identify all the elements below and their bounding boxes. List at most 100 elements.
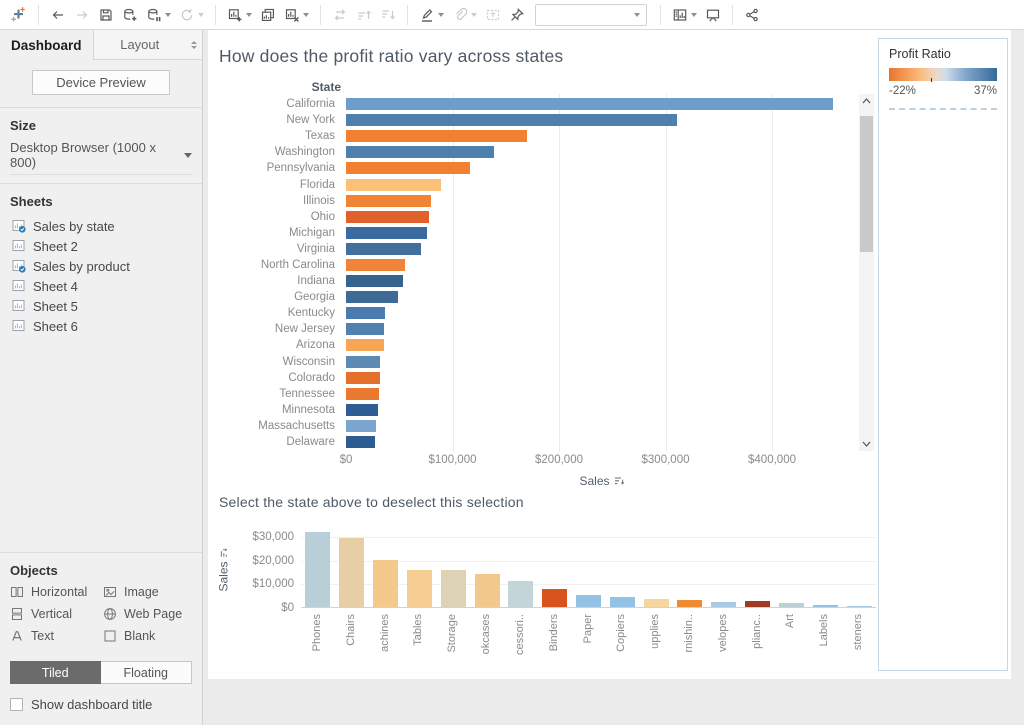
save-button[interactable] (94, 2, 118, 28)
product-bar-chairs[interactable] (339, 538, 364, 607)
sidebar-pane-toggle-icon[interactable] (186, 30, 202, 60)
sheet-item-sheet-2[interactable]: Sheet 2 (10, 236, 192, 256)
state-bar-ohio[interactable] (346, 211, 429, 223)
product-bar-appliances[interactable] (745, 601, 770, 607)
sheet-item-sheet-5[interactable]: Sheet 5 (10, 296, 192, 316)
object-horizontal[interactable]: Horizontal (10, 585, 99, 599)
sheet-item-sheet-4[interactable]: Sheet 4 (10, 276, 192, 296)
state-bar-wisconsin[interactable] (346, 356, 380, 368)
chevron-down-icon[interactable] (165, 13, 171, 17)
state-row: Illinois (208, 193, 857, 209)
vertical-scrollbar[interactable] (859, 94, 874, 451)
state-bar-delaware[interactable] (346, 436, 375, 448)
tab-dashboard[interactable]: Dashboard (0, 30, 93, 60)
tableau-logo[interactable] (6, 2, 31, 28)
fit-selector[interactable] (535, 4, 647, 26)
highlight-button[interactable] (415, 2, 448, 28)
device-preview-button[interactable]: Device Preview (32, 70, 170, 95)
product-bar-furnishings[interactable] (677, 600, 702, 607)
state-row: Minnesota (208, 402, 857, 418)
product-bar-machines[interactable] (373, 560, 398, 607)
state-bar-illinois[interactable] (346, 195, 431, 207)
state-bar-virginia[interactable] (346, 243, 421, 255)
chevron-down-icon[interactable] (246, 13, 252, 17)
product-bar-tables[interactable] (407, 570, 432, 607)
product-bar-paper[interactable] (576, 595, 601, 607)
product-bar-bookcases[interactable] (475, 574, 500, 607)
object-web-page[interactable]: Web Page (103, 607, 192, 621)
state-row: New Jersey (208, 321, 857, 337)
new-worksheet-button[interactable] (223, 2, 256, 28)
sheet-item-sheet-6[interactable]: Sheet 6 (10, 316, 192, 336)
share-icon (744, 7, 760, 23)
chevron-down-icon[interactable] (303, 13, 309, 17)
state-bar-indiana[interactable] (346, 275, 403, 287)
state-bar-arizona[interactable] (346, 339, 384, 351)
product-bar-labels[interactable] (813, 605, 838, 607)
object-vertical[interactable]: Vertical (10, 607, 99, 621)
show-cards-button[interactable] (668, 2, 701, 28)
object-label: Image (124, 585, 159, 599)
profit-ratio-legend[interactable]: Profit Ratio -22% 37% (878, 38, 1008, 671)
chevron-down-icon[interactable] (438, 13, 444, 17)
tiled-button[interactable]: Tiled (10, 661, 101, 684)
presentation-mode-button[interactable] (701, 2, 725, 28)
scroll-up-arrow[interactable] (859, 94, 874, 108)
state-bar-minnesota[interactable] (346, 404, 378, 416)
y-axis-tick: $30,000 (208, 531, 294, 543)
product-bar-accessories[interactable] (508, 581, 533, 607)
clear-sheet-button[interactable] (280, 2, 313, 28)
state-bar-new-jersey[interactable] (346, 323, 384, 335)
chevron-down-icon[interactable] (691, 13, 697, 17)
state-bar-michigan[interactable] (346, 227, 427, 239)
product-bar-envelopes[interactable] (711, 602, 736, 607)
object-text[interactable]: Text (10, 629, 99, 643)
duplicate-sheet-button[interactable] (256, 2, 280, 28)
state-bar-california[interactable] (346, 98, 833, 110)
scrollbar-thumb[interactable] (860, 116, 873, 252)
size-dropdown[interactable]: Desktop Browser (1000 x 800) (10, 140, 192, 175)
vertical-container-icon (10, 607, 24, 621)
show-dashboard-title-checkbox[interactable] (10, 698, 23, 711)
state-bar-georgia[interactable] (346, 291, 398, 303)
sort-descending-icon[interactable] (614, 476, 624, 486)
share-button[interactable] (740, 2, 764, 28)
product-bar-copiers[interactable] (610, 597, 635, 607)
fix-axes-button[interactable] (505, 2, 529, 28)
worksheet-icon (12, 239, 26, 253)
chevron-down-icon (471, 13, 477, 17)
state-label: New Jersey (208, 323, 341, 335)
product-bar-fasteners[interactable] (847, 606, 872, 607)
state-bar-pennsylvania[interactable] (346, 162, 470, 174)
product-bar-phones[interactable] (305, 532, 330, 607)
state-bar-new-york[interactable] (346, 114, 677, 126)
state-bar-colorado[interactable] (346, 372, 380, 384)
state-label: Virginia (208, 243, 341, 255)
product-bar-supplies[interactable] (644, 599, 669, 607)
state-label: Ohio (208, 211, 341, 223)
state-bar-tennessee[interactable] (346, 388, 379, 400)
sheet-item-sales-by-state[interactable]: Sales by state (10, 216, 192, 236)
tab-layout[interactable]: Layout (93, 30, 187, 60)
floating-button[interactable]: Floating (101, 661, 193, 684)
new-data-source-button[interactable] (118, 2, 142, 28)
object-image[interactable]: Image (103, 585, 192, 599)
undo-button[interactable] (46, 2, 70, 28)
sheet-item-sales-by-product[interactable]: Sales by product (10, 256, 192, 276)
text-label-button (481, 2, 505, 28)
state-bar-florida[interactable] (346, 179, 441, 191)
object-blank[interactable]: Blank (103, 629, 192, 643)
scroll-down-arrow[interactable] (859, 437, 874, 451)
state-bar-texas[interactable] (346, 130, 527, 142)
state-row: Georgia (208, 289, 857, 305)
product-bar-art[interactable] (779, 603, 804, 607)
product-bar-binders[interactable] (542, 589, 567, 607)
state-bar-washington[interactable] (346, 146, 494, 158)
pause-auto-updates-button[interactable] (142, 2, 175, 28)
sheet-item-label: Sheet 2 (33, 239, 78, 254)
product-bar-storage[interactable] (441, 570, 466, 607)
state-bar-massachusetts[interactable] (346, 420, 376, 432)
state-bar-north-carolina[interactable] (346, 259, 405, 271)
state-row: Tennessee (208, 386, 857, 402)
state-bar-kentucky[interactable] (346, 307, 385, 319)
